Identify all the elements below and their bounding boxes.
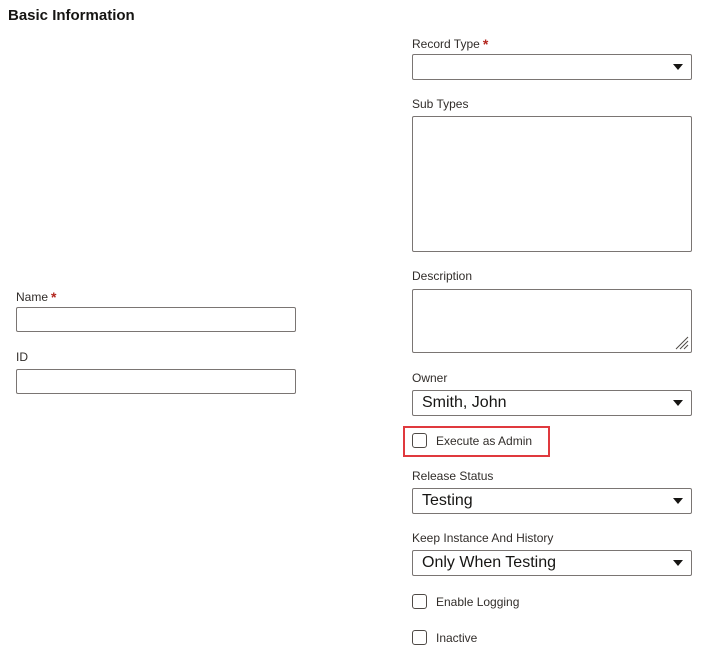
chevron-down-icon xyxy=(673,498,683,504)
id-label: ID xyxy=(16,350,28,364)
record-type-label: Record Type * xyxy=(412,35,489,52)
release-status-value: Testing xyxy=(422,492,473,509)
inactive-checkbox[interactable] xyxy=(412,630,427,645)
name-input[interactable] xyxy=(16,307,296,332)
enable-logging-checkbox[interactable] xyxy=(412,594,427,609)
chevron-down-icon xyxy=(673,560,683,566)
enable-logging-label: Enable Logging xyxy=(436,594,520,609)
sub-types-listbox[interactable] xyxy=(412,116,692,252)
name-label: Name * xyxy=(16,288,57,305)
keep-instance-label: Keep Instance And History xyxy=(412,531,554,545)
inactive-label: Inactive xyxy=(436,630,478,645)
chevron-down-icon xyxy=(673,64,683,70)
chevron-down-icon xyxy=(673,400,683,406)
execute-as-admin-checkbox[interactable] xyxy=(412,433,427,448)
enable-logging-row[interactable]: Enable Logging xyxy=(412,594,519,609)
required-marker: * xyxy=(482,36,489,52)
owner-label: Owner xyxy=(412,371,448,385)
basic-information-form: Basic Information Record Type * Sub Types… xyxy=(0,0,704,664)
release-status-label: Release Status xyxy=(412,469,494,483)
keep-instance-value: Only When Testing xyxy=(422,554,556,571)
sub-types-label: Sub Types xyxy=(412,97,469,111)
record-type-label-text: Record Type xyxy=(412,37,480,51)
execute-as-admin-label: Execute as Admin xyxy=(436,433,533,448)
required-marker: * xyxy=(51,289,57,305)
execute-as-admin-row[interactable]: Execute as Admin xyxy=(412,433,532,448)
keep-instance-select[interactable]: Only When Testing xyxy=(412,550,692,576)
resize-grip-icon[interactable] xyxy=(673,334,689,350)
description-textarea[interactable] xyxy=(412,289,692,353)
description-label: Description xyxy=(412,269,473,283)
id-input[interactable] xyxy=(16,369,296,394)
inactive-row[interactable]: Inactive xyxy=(412,630,477,645)
section-title: Basic Information xyxy=(8,7,135,24)
release-status-select[interactable]: Testing xyxy=(412,488,692,514)
record-type-select[interactable] xyxy=(412,54,692,80)
owner-value: Smith, John xyxy=(422,394,507,411)
name-label-text: Name xyxy=(16,290,49,304)
owner-select[interactable]: Smith, John xyxy=(412,390,692,416)
